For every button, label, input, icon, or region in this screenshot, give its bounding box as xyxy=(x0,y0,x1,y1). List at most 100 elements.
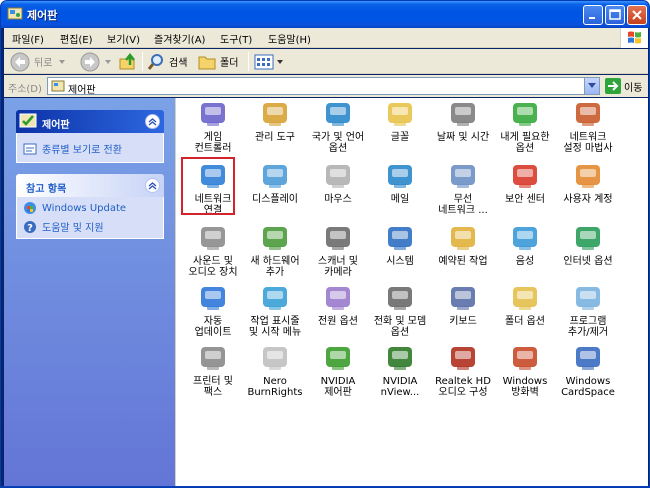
control-panel-item[interactable]: 사운드 및 오디오 장치 xyxy=(181,222,245,278)
menu-file[interactable]: 파일(F) xyxy=(12,31,44,46)
control-panel-item[interactable]: 메일 xyxy=(368,160,432,205)
control-panel-items: 게임 컨트롤러 관리 도구 국가 및 언어 옵션 글꼴 날짜 및 시간 내게 필요한 옵션… xyxy=(175,98,648,486)
control-panel-item[interactable]: 마우스 xyxy=(306,160,370,205)
go-button[interactable]: 이동 xyxy=(605,78,642,94)
control-panel-icon xyxy=(7,7,23,20)
control-panel-item[interactable]: 디스플레이 xyxy=(243,160,307,205)
address-input[interactable]: 제어판 xyxy=(47,77,600,96)
control-panel-item[interactable]: 인터넷 옵션 xyxy=(556,222,620,267)
views-button[interactable] xyxy=(254,51,284,72)
item-label: Windows 방화벽 xyxy=(502,376,548,398)
control-panel-item[interactable]: 게임 컨트롤러 xyxy=(181,98,245,154)
control-panel-item[interactable]: 관리 도구 xyxy=(243,98,307,143)
item-label: 인터넷 옵션 xyxy=(563,256,613,267)
control-panel-item[interactable]: Windows 방화벽 xyxy=(493,342,557,398)
control-panel-item[interactable]: 전화 및 모뎀 옵션 xyxy=(368,282,432,338)
address-dropdown-button[interactable] xyxy=(584,78,599,94)
menu-favorites[interactable]: 즐겨찾기(A) xyxy=(154,31,205,46)
realtek-audio-icon xyxy=(451,347,475,370)
display-icon xyxy=(263,165,287,188)
control-panel-item[interactable]: 무선 네트워크 ... xyxy=(431,160,495,216)
control-panel-item[interactable]: 국가 및 언어 옵션 xyxy=(306,98,370,154)
maximize-icon xyxy=(609,9,621,20)
control-panel-item[interactable]: NVIDIA 제어판 xyxy=(306,342,370,398)
internet-options-icon xyxy=(576,227,600,250)
fonts-folder-icon xyxy=(388,103,412,126)
control-panel-item[interactable]: 작업 표시줄 및 시작 메뉴 xyxy=(243,282,307,338)
control-panel-item[interactable]: 날짜 및 시간 xyxy=(431,98,495,143)
menu-bar: 파일(F) 편집(E) 보기(V) 즐겨찾기(A) 도구(T) 도움말(H) xyxy=(4,28,648,48)
item-label: 전화 및 모뎀 옵션 xyxy=(373,316,427,338)
control-panel-item[interactable]: 네트워크 설정 마법사 xyxy=(556,98,620,154)
menu-tools[interactable]: 도구(T) xyxy=(220,31,252,46)
item-label: 내게 필요한 옵션 xyxy=(500,132,550,154)
go-arrow-icon xyxy=(605,78,621,94)
folders-label: 폴더 xyxy=(220,58,239,69)
collapse-button[interactable] xyxy=(145,114,160,129)
control-panel-item[interactable]: 폴더 옵션 xyxy=(493,282,557,327)
search-label: 검색 xyxy=(169,58,188,69)
hardware-icon xyxy=(263,227,287,250)
category-view-icon xyxy=(23,143,37,154)
house-network-icon xyxy=(576,103,600,126)
item-label: 자동 업데이트 xyxy=(194,316,232,338)
control-panel-item[interactable]: 자동 업데이트 xyxy=(181,282,245,338)
control-panel-panel-header[interactable]: 제어판 xyxy=(16,110,164,133)
control-panel-window: 제어판 파일(F) 편집(E) 보기(V) 즐겨찾기(A) 도구(T) 도움말(… xyxy=(0,0,650,488)
task-pane: 제어판 종류별 보기로 전환 참고 항목 Windows Update ? 도움… xyxy=(4,98,175,486)
item-label: 디스플레이 xyxy=(252,194,298,205)
up-folder-button[interactable] xyxy=(118,51,138,72)
control-panel-item[interactable]: 새 하드웨어 추가 xyxy=(243,222,307,278)
item-label: 국가 및 언어 옵션 xyxy=(311,132,365,154)
help-support-link[interactable]: ? 도움말 및 지원 xyxy=(23,219,104,234)
control-panel-item[interactable]: 예약된 작업 xyxy=(431,222,495,267)
control-panel-item[interactable]: Nero BurnRights xyxy=(243,342,307,398)
control-panel-item[interactable]: Realtek HD 오디오 구성 xyxy=(431,342,495,398)
control-panel-item[interactable]: 스캐너 및 카메라 xyxy=(306,222,370,278)
menu-edit[interactable]: 편집(E) xyxy=(60,31,93,46)
item-label: Windows CardSpace xyxy=(561,376,615,398)
window-title: 제어판 xyxy=(27,9,58,22)
menu-view[interactable]: 보기(V) xyxy=(107,31,140,46)
item-label: 관리 도구 xyxy=(255,132,295,143)
users-icon xyxy=(576,165,600,188)
item-label: 작업 표시줄 및 시작 메뉴 xyxy=(248,316,302,338)
control-panel-item[interactable]: 사용자 계정 xyxy=(556,160,620,205)
control-panel-item[interactable]: NVIDIA nView... xyxy=(368,342,432,398)
maximize-button[interactable] xyxy=(605,5,625,25)
control-panel-item[interactable]: 보안 센터 xyxy=(493,160,557,205)
control-panel-item[interactable]: 전원 옵션 xyxy=(306,282,370,327)
control-panel-item[interactable]: 키보드 xyxy=(431,282,495,327)
control-panel-item[interactable]: 프로그램 추가/제거 xyxy=(556,282,620,338)
control-panel-item[interactable]: 시스템 xyxy=(368,222,432,267)
item-label: 새 하드웨어 추가 xyxy=(250,256,300,278)
item-label: 보안 센터 xyxy=(505,194,545,205)
control-panel-item[interactable]: Windows CardSpace xyxy=(556,342,620,398)
control-panel-item[interactable]: 음성 xyxy=(493,222,557,267)
minimize-button[interactable] xyxy=(583,5,603,25)
nvidia-icon xyxy=(326,347,350,370)
menu-help[interactable]: 도움말(H) xyxy=(268,31,311,46)
see-also-title: 참고 항목 xyxy=(26,184,67,195)
speech-icon xyxy=(513,227,537,250)
control-panel-item[interactable]: 글꼴 xyxy=(368,98,432,143)
minimize-icon xyxy=(589,17,595,19)
control-panel-item[interactable]: 내게 필요한 옵션 xyxy=(493,98,557,154)
firewall-icon xyxy=(513,347,537,370)
folder-options-icon xyxy=(513,287,537,310)
back-button[interactable]: 뒤로 xyxy=(10,51,66,72)
control-panel-icon xyxy=(51,80,65,92)
item-label: 마우스 xyxy=(324,194,352,205)
see-also-panel-header[interactable]: 참고 항목 xyxy=(16,174,164,197)
folders-button[interactable]: 폴더 xyxy=(198,51,238,72)
switch-category-view-link[interactable]: 종류별 보기로 전환 xyxy=(23,141,122,156)
chevron-down-icon xyxy=(105,59,111,64)
windows-update-link[interactable]: Windows Update xyxy=(23,201,126,215)
control-panel-item[interactable]: 프린터 및 팩스 xyxy=(181,342,245,398)
item-label: 메일 xyxy=(390,194,410,205)
search-button[interactable]: 검색 xyxy=(147,51,187,72)
collapse-button[interactable] xyxy=(145,178,160,193)
title-bar[interactable]: 제어판 xyxy=(1,1,649,28)
forward-button[interactable] xyxy=(80,51,112,72)
close-button[interactable] xyxy=(627,5,647,25)
